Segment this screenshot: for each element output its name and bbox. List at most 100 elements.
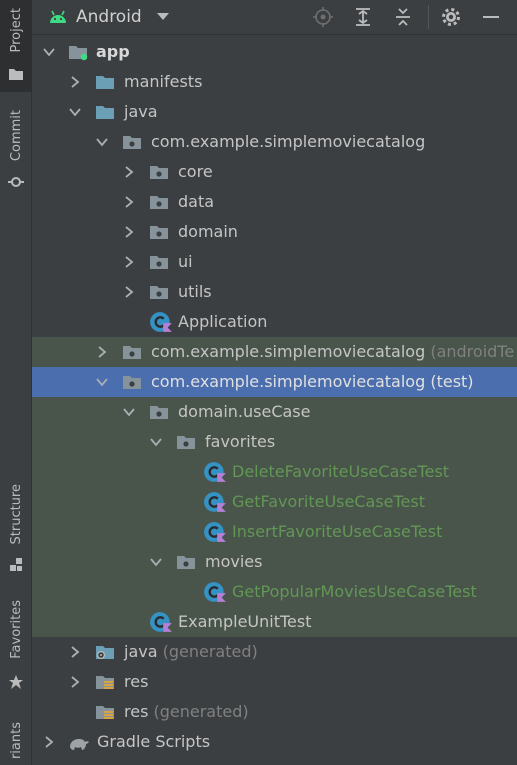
- package-icon: [122, 343, 142, 361]
- tree-item-label: utils: [178, 282, 212, 301]
- tree-item-label: GetPopularMoviesUseCaseTest: [232, 582, 477, 601]
- chevron-right-icon[interactable]: [95, 345, 109, 359]
- tree-item-insert-favorite-test[interactable]: InsertFavoriteUseCaseTest: [32, 517, 517, 547]
- tree-item-package-test[interactable]: com.example.simplemoviecatalog (test): [32, 367, 517, 397]
- project-tool-button[interactable]: Project: [0, 0, 32, 92]
- tree-item-utils[interactable]: utils: [32, 277, 517, 307]
- view-mode-label: Android: [76, 7, 142, 27]
- chevron-down-icon[interactable]: [149, 435, 163, 449]
- collapse-all-icon[interactable]: [392, 6, 414, 28]
- favorites-tool-label: Favorites: [9, 600, 24, 659]
- chevron-right-icon[interactable]: [122, 285, 136, 299]
- generated-suffix: (generated): [162, 642, 258, 661]
- tree-item-res[interactable]: res: [32, 667, 517, 697]
- chevron-down-icon[interactable]: [68, 105, 82, 119]
- package-icon: [149, 283, 169, 301]
- folder-name: java: [124, 642, 158, 661]
- chevron-right-icon[interactable]: [122, 225, 136, 239]
- minimize-icon[interactable]: [480, 6, 502, 28]
- tree-item-label: com.example.simplemoviecatalog (androidT…: [151, 342, 514, 361]
- package-icon: [149, 193, 169, 211]
- kotlin-class-icon: [203, 491, 227, 513]
- tree-item-label: data: [178, 192, 215, 211]
- tree-item-package-main[interactable]: com.example.simplemoviecatalog: [32, 127, 517, 157]
- tree-item-data[interactable]: data: [32, 187, 517, 217]
- tree-item-label: res (generated): [124, 702, 249, 721]
- commit-tool-button[interactable]: Commit: [0, 104, 32, 194]
- tree-item-ui[interactable]: ui: [32, 247, 517, 277]
- chevron-right-icon[interactable]: [122, 255, 136, 269]
- tree-item-gradle-scripts[interactable]: Gradle Scripts: [32, 727, 517, 757]
- chevron-down-icon[interactable]: [42, 45, 56, 59]
- source-set-suffix: (androidTe: [430, 342, 515, 361]
- tree-item-label: DeleteFavoriteUseCaseTest: [232, 462, 450, 481]
- favorites-tool-button[interactable]: Favorites: [0, 594, 32, 698]
- tree-item-example-unit-test[interactable]: ExampleUnitTest: [32, 607, 517, 637]
- source-set-suffix: (test): [430, 372, 474, 391]
- tree-item-label: java: [124, 102, 158, 121]
- resources-folder-icon: [95, 703, 115, 721]
- tree-item-get-popular-movies-test[interactable]: GetPopularMoviesUseCaseTest: [32, 577, 517, 607]
- package-icon: [122, 373, 142, 391]
- resources-folder-icon: [95, 673, 115, 691]
- tree-item-app[interactable]: app: [32, 37, 517, 67]
- kotlin-class-icon: [203, 461, 227, 483]
- structure-tool-button[interactable]: Structure: [0, 478, 32, 578]
- package-name: com.example.simplemoviecatalog: [151, 372, 426, 391]
- chevron-right-icon[interactable]: [68, 645, 82, 659]
- chevron-right-icon[interactable]: [68, 75, 82, 89]
- chevron-down-icon[interactable]: [122, 405, 136, 419]
- tree-item-manifests[interactable]: manifests: [32, 67, 517, 97]
- tree-item-label: movies: [205, 552, 263, 571]
- chevron-down-icon[interactable]: [95, 135, 109, 149]
- package-icon: [149, 253, 169, 271]
- toolbar-separator: [428, 5, 429, 29]
- star-icon: [9, 675, 23, 689]
- tree-item-java-generated[interactable]: java (generated): [32, 637, 517, 667]
- folder-icon: [95, 103, 115, 121]
- chevron-down-icon[interactable]: [149, 555, 163, 569]
- tree-item-label: ui: [178, 252, 193, 271]
- locate-icon[interactable]: [312, 6, 334, 28]
- tree-item-java[interactable]: java: [32, 97, 517, 127]
- tree-item-application[interactable]: Application: [32, 307, 517, 337]
- chevron-down-icon: [156, 13, 169, 20]
- tree-item-core[interactable]: core: [32, 157, 517, 187]
- build-variants-tool-button[interactable]: riants: [0, 718, 32, 765]
- package-icon: [149, 223, 169, 241]
- chevron-right-icon[interactable]: [122, 165, 136, 179]
- chevron-right-icon[interactable]: [122, 195, 136, 209]
- tree-item-label: app: [96, 42, 130, 61]
- gear-icon[interactable]: [440, 6, 462, 28]
- tree-item-res-generated[interactable]: res (generated): [32, 697, 517, 727]
- expand-all-icon[interactable]: [352, 6, 374, 28]
- tree-item-label: com.example.simplemoviecatalog: [151, 132, 426, 151]
- gradle-icon: [66, 733, 92, 751]
- tree-item-label: GetFavoriteUseCaseTest: [232, 492, 426, 511]
- folder-icon: [9, 69, 23, 80]
- android-icon: [50, 10, 66, 23]
- tree-item-label: Gradle Scripts: [97, 732, 211, 751]
- folder-icon: [95, 73, 115, 91]
- kotlin-class-icon: [203, 521, 227, 543]
- chevron-right-icon[interactable]: [42, 735, 56, 749]
- chevron-right-icon[interactable]: [68, 675, 82, 689]
- tree-item-domain[interactable]: domain: [32, 217, 517, 247]
- project-panel-header: Android: [32, 0, 517, 35]
- chevron-down-icon[interactable]: [95, 375, 109, 389]
- tree-item-get-favorite-test[interactable]: GetFavoriteUseCaseTest: [32, 487, 517, 517]
- tree-item-delete-favorite-test[interactable]: DeleteFavoriteUseCaseTest: [32, 457, 517, 487]
- tree-item-label: ExampleUnitTest: [178, 612, 312, 631]
- tree-item-label: favorites: [205, 432, 276, 451]
- tree-item-package-androidtest[interactable]: com.example.simplemoviecatalog (androidT…: [32, 337, 517, 367]
- view-mode-dropdown[interactable]: Android: [48, 5, 170, 29]
- tool-window-strip: Project Commit Structure Favorites riant…: [0, 0, 32, 765]
- tree-item-domain-usecase[interactable]: domain.useCase: [32, 397, 517, 427]
- module-folder-icon: [68, 43, 88, 61]
- commit-tool-label: Commit: [9, 110, 24, 162]
- tree-item-movies[interactable]: movies: [32, 547, 517, 577]
- kotlin-class-icon: [149, 611, 173, 633]
- tree-item-favorites[interactable]: favorites: [32, 427, 517, 457]
- build-variants-tool-label: riants: [9, 722, 24, 760]
- package-icon: [176, 553, 196, 571]
